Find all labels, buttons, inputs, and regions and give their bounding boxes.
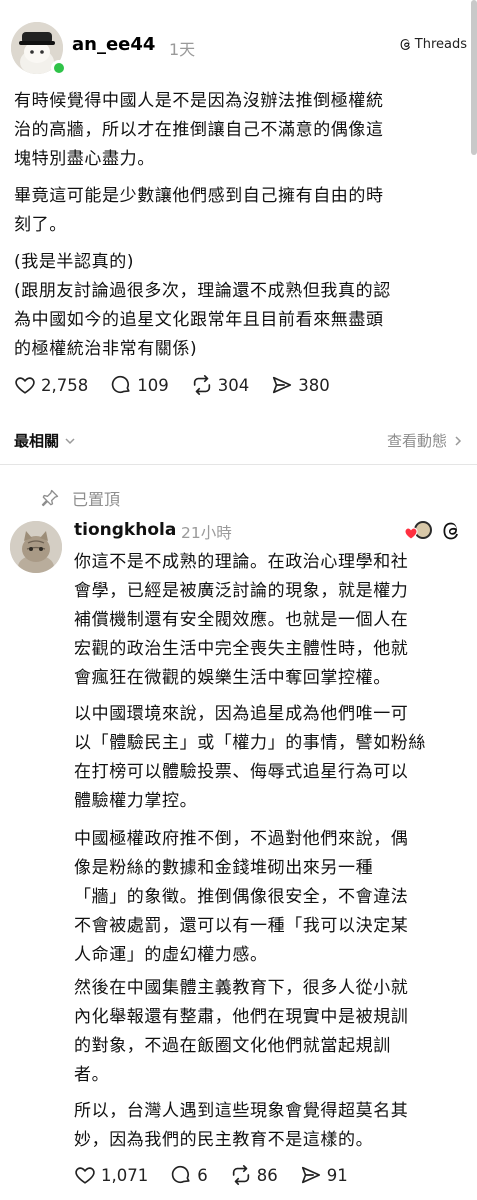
- threads-badge[interactable]: Threads: [399, 37, 467, 52]
- repost-button[interactable]: 86: [230, 1164, 278, 1186]
- text-line: 會學，已經是被廣泛討論的現象，就是權力: [74, 581, 409, 601]
- post-username[interactable]: an_ee44: [72, 34, 155, 55]
- like-button[interactable]: 1,071: [74, 1164, 148, 1186]
- text-line: 補償機制還有安全閥效應。也就是一個人在: [74, 610, 409, 630]
- reply-paragraph-4: 然後在中國集體主義教育下，很多人從小就 內化舉報還有整肅，他們在現實中是被規訓 …: [74, 974, 408, 1090]
- text-line: 的對象，不過在飯圈文化他們就當起規訓: [74, 1036, 391, 1056]
- text-line: 為中國如今的追星文化跟常年且目前看來無盡頭: [14, 310, 384, 330]
- comment-count: 109: [137, 375, 169, 395]
- text-line: 塊特別盡心盡力。: [14, 149, 155, 169]
- chevron-right-icon: [455, 435, 462, 446]
- view-activity-label: 查看動態: [386, 432, 447, 450]
- reply-paragraph-1: 你這不是不成熟的理論。在政治心理學和社 會學，已經是被廣泛討論的現象，就是權力 …: [74, 548, 408, 693]
- post-paragraph-1: 有時候覺得中國人是不是因為沒辦法推倒極權統 治的高牆，所以才在推倒讓自己不滿意的…: [14, 87, 384, 174]
- text-line: 治的高牆，所以才在推倒讓自己不滿意的偶像這: [14, 120, 384, 140]
- comment-bubble-icon: [112, 375, 130, 394]
- repost-button[interactable]: 304: [191, 374, 250, 396]
- send-icon: [273, 376, 292, 394]
- share-button[interactable]: 91: [300, 1164, 348, 1186]
- text-line: 的極權統治非常有關係): [14, 339, 198, 359]
- reply-username[interactable]: tiongkhola: [74, 520, 176, 540]
- sort-dropdown[interactable]: 最相關: [14, 430, 76, 451]
- post-actions: 2,758 109 304 380: [14, 374, 352, 396]
- threads-logo-icon[interactable]: [441, 521, 461, 541]
- text-line: (跟朋友討論過很多次，理論還不成熟但我真的認: [14, 281, 391, 301]
- chevron-down-icon: [65, 437, 75, 444]
- pin-icon: [41, 489, 59, 507]
- sort-bar: 最相關 查看動態: [14, 428, 463, 452]
- online-status-dot: [51, 60, 67, 76]
- reply-actions: 1,071 6 86 91: [74, 1164, 370, 1186]
- liked-by-author-icon: [403, 520, 433, 542]
- repost-count: 86: [256, 1165, 278, 1185]
- post-paragraph-2: 畢竟這可能是少數讓他們感到自己擁有自由的時 刻了。: [14, 182, 384, 240]
- text-line: 有時候覺得中國人是不是因為沒辦法推倒極權統: [14, 91, 384, 111]
- reply-time: 21小時: [181, 524, 232, 542]
- text-line: 者。: [74, 1065, 110, 1085]
- comment-button[interactable]: 109: [110, 374, 169, 396]
- threads-badge-label: Threads: [414, 37, 467, 52]
- post-paragraph-3: (我是半認真的) (跟朋友討論過很多次，理論還不成熟但我真的認 為中國如今的追星…: [14, 248, 391, 364]
- comment-button[interactable]: 6: [170, 1164, 208, 1186]
- text-line: 宏觀的政治生活中完全喪失主體性時，他就: [74, 639, 409, 659]
- text-line: 不會被處罰，還可以有一種「我可以決定某: [74, 916, 409, 936]
- comment-count: 6: [197, 1165, 208, 1185]
- share-count: 91: [326, 1165, 348, 1185]
- heart-icon: [15, 377, 35, 394]
- share-button[interactable]: 380: [271, 374, 330, 396]
- text-line: 體驗權力掌控。: [74, 791, 198, 811]
- repost-count: 304: [217, 375, 250, 395]
- text-line: 你這不是不成熟的理論。在政治心理學和社: [74, 552, 409, 572]
- text-line: 所以，台灣人遇到這些現象會覺得超莫名其: [74, 1101, 409, 1121]
- send-icon: [301, 1166, 320, 1184]
- like-count: 2,758: [41, 375, 89, 395]
- text-line: 畢竟這可能是少數讓他們感到自己擁有自由的時: [14, 186, 384, 206]
- sort-dropdown-label: 最相關: [14, 432, 60, 450]
- repost-icon: [232, 1165, 249, 1185]
- share-count: 380: [298, 375, 330, 395]
- text-line: (我是半認真的): [14, 252, 135, 272]
- comment-bubble-icon: [172, 1165, 190, 1184]
- like-count: 1,071: [101, 1165, 149, 1185]
- threads-logo-icon: [400, 39, 410, 50]
- text-line: 會瘋狂在微觀的娛樂生活中奪回掌控權。: [74, 668, 391, 688]
- reply-avatar[interactable]: [10, 521, 62, 573]
- text-line: 在打榜可以體驗投票、侮辱式追星行為可以: [74, 762, 409, 782]
- text-line: 以中國環境來說，因為追星成為他們唯一可: [74, 704, 409, 724]
- reply-paragraph-2: 以中國環境來說，因為追星成為他們唯一可 以「體驗民主」或「權力」的事情，譬如粉絲…: [74, 700, 426, 816]
- repost-icon: [193, 375, 210, 395]
- pinned-label: 已置頂: [72, 490, 121, 509]
- text-line: 像是粉絲的數據和金錢堆砌出來另一種: [74, 858, 374, 878]
- text-line: 刻了。: [14, 215, 67, 235]
- pinned-indicator: 已置頂: [40, 486, 120, 510]
- text-line: 以「體驗民主」或「權力」的事情，譬如粉絲: [74, 733, 426, 753]
- reply-paragraph-3: 中國極權政府推不倒，不過對他們來說，偶 像是粉絲的數據和金錢堆砌出來另一種 「牆…: [74, 825, 408, 970]
- text-line: 然後在中國集體主義教育下，很多人從小就: [74, 978, 409, 998]
- text-line: 妙，因為我們的民主教育不是這樣的。: [74, 1130, 374, 1150]
- post-time: 1天: [169, 40, 196, 59]
- scrollbar[interactable]: [471, 0, 477, 155]
- text-line: 內化舉報還有整肅，他們在現實中是被規訓: [74, 1007, 409, 1027]
- post-header: an_ee44 1天 Threads: [8, 18, 467, 78]
- text-line: 中國極權政府推不倒，不過對他們來說，偶: [74, 829, 409, 849]
- divider: [0, 464, 477, 465]
- heart-icon: [75, 1167, 95, 1184]
- view-activity-link[interactable]: 查看動態: [387, 430, 463, 451]
- reply-paragraph-5: 所以，台灣人遇到這些現象會覺得超莫名其 妙，因為我們的民主教育不是這樣的。: [74, 1097, 408, 1155]
- like-button[interactable]: 2,758: [14, 374, 88, 396]
- text-line: 人命運」的虛幻權力感。: [74, 945, 268, 965]
- text-line: 「牆」的象徵。推倒偶像很安全，不會違法: [74, 887, 409, 907]
